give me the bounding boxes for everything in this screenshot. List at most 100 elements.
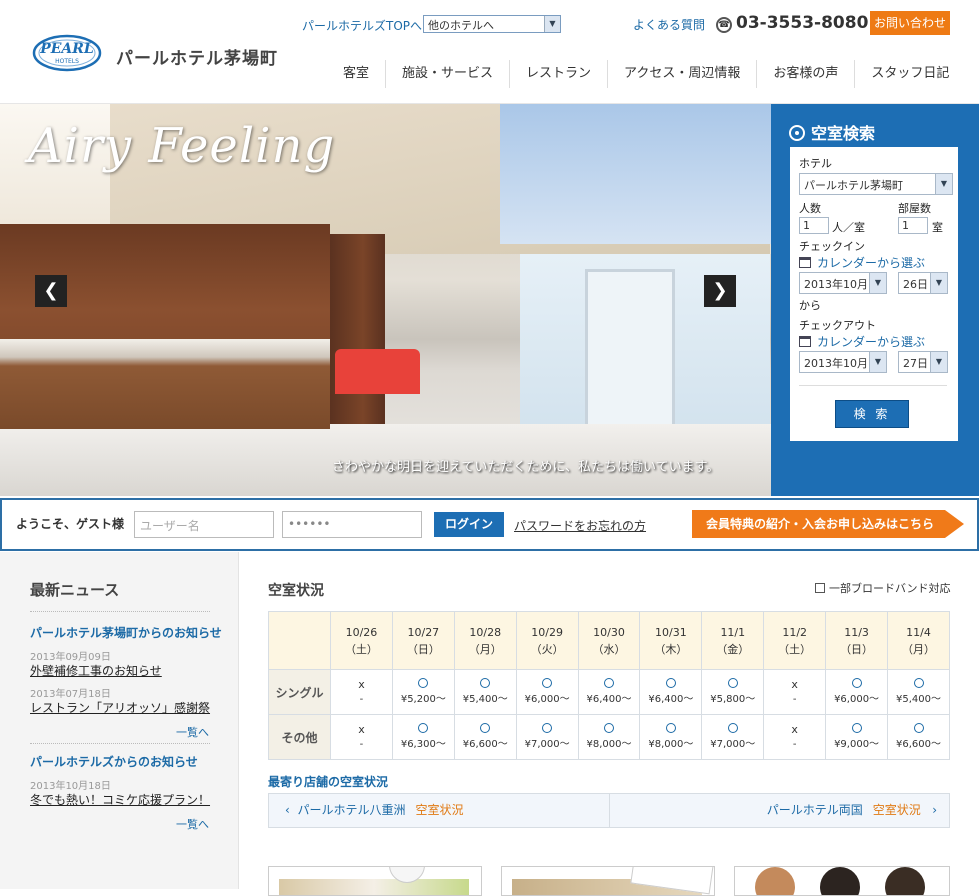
checkin-day-value: 26日 bbox=[903, 278, 928, 291]
hotel-select[interactable]: パールホテル茅場町 ▼ bbox=[799, 173, 953, 195]
nearby-hotel-right[interactable]: パールホテル両国 空室状況 › bbox=[610, 794, 949, 827]
available-icon bbox=[727, 677, 738, 688]
checkin-month-value: 2013年10月 bbox=[804, 278, 868, 291]
forgot-password-link[interactable]: パスワードをお忘れの方 bbox=[514, 517, 646, 534]
checkout-month-select[interactable]: 2013年10月 ▼ bbox=[799, 351, 887, 373]
faq-link[interactable]: よくある質問 bbox=[633, 16, 705, 33]
vacancy-cell[interactable]: ¥5,400～ bbox=[887, 669, 950, 715]
logo-sub: HOTELS bbox=[55, 58, 79, 65]
divider bbox=[30, 743, 210, 744]
feature-card-staff[interactable] bbox=[734, 866, 950, 896]
news-more-link[interactable]: 一覧へ bbox=[176, 816, 209, 832]
checkout-day-select[interactable]: 27日 ▼ bbox=[898, 351, 948, 373]
people-unit: 人／室 bbox=[832, 221, 865, 234]
password-input[interactable]: •••••• bbox=[282, 511, 422, 538]
vacancy-search-panel: 空室検索 ホテル パールホテル茅場町 ▼ 人数 部屋数 1 人／室 1 室 チェッ… bbox=[771, 104, 979, 496]
news-link[interactable]: 冬でも熱い！コミケ応援プラン！ bbox=[30, 791, 210, 808]
broadband-note-text: 一部ブロードバンド対応 bbox=[829, 582, 951, 595]
vacancy-cell[interactable]: ¥9,000～ bbox=[825, 714, 889, 760]
date-cell: 10/29 （火） bbox=[515, 611, 579, 670]
nav-item-access[interactable]: アクセス・周辺情報 bbox=[607, 60, 756, 88]
vacancy-cell[interactable]: ¥7,000～ bbox=[515, 714, 579, 760]
vacancy-row: その他 x - ¥6,300～ ¥6,600～ ¥7,000～ ¥8,000～ ¥8,000～… bbox=[268, 714, 950, 760]
nav-item-facilities[interactable]: 施設・サービス bbox=[385, 60, 509, 88]
rooms-input[interactable]: 1 bbox=[898, 217, 928, 234]
date: 11/1 bbox=[720, 625, 746, 639]
hero-caption: さわやかな明日を迎えていただくために、私たちは働いています。 bbox=[332, 460, 720, 475]
feature-card-breakfast[interactable] bbox=[268, 866, 482, 896]
price: ¥7,000～ bbox=[524, 738, 570, 750]
hero-photo-table bbox=[335, 349, 420, 394]
username-input[interactable]: ユーザー名 bbox=[134, 511, 274, 538]
price: - bbox=[359, 693, 364, 705]
date: 11/2 bbox=[782, 625, 808, 639]
rooms-unit: 室 bbox=[932, 221, 943, 234]
other-hotel-select-value: 他のホテルへ bbox=[428, 19, 494, 32]
slider-prev-button[interactable]: ❮ bbox=[35, 275, 67, 307]
nav-item-rooms[interactable]: 客室 bbox=[327, 60, 385, 88]
slider-next-button[interactable]: ❯ bbox=[704, 275, 736, 307]
vacancy-cell[interactable]: ¥5,400～ bbox=[453, 669, 517, 715]
weekday: （日） bbox=[406, 642, 440, 656]
checkin-day-select[interactable]: 26日 ▼ bbox=[898, 272, 948, 294]
member-benefits-banner[interactable]: 会員特典の紹介・入会お申し込みはこちら bbox=[692, 510, 964, 538]
phone-number-text: 03-3553-8080 bbox=[736, 13, 869, 33]
vacancy-title: 空室状況 bbox=[268, 583, 324, 599]
divider bbox=[799, 385, 947, 386]
vacancy-cell[interactable]: ¥6,600～ bbox=[453, 714, 517, 760]
checkin-month-select[interactable]: 2013年10月 ▼ bbox=[799, 272, 887, 294]
price: ¥7,000～ bbox=[710, 738, 756, 750]
search-title: 空室検索 bbox=[789, 120, 875, 144]
vacancy-cell[interactable]: ¥6,000～ bbox=[825, 669, 889, 715]
vacancy-cell[interactable]: ¥6,000～ bbox=[515, 669, 579, 715]
news-more-link[interactable]: 一覧へ bbox=[176, 724, 209, 740]
date: 11/3 bbox=[844, 625, 869, 639]
vacancy-cell[interactable]: ¥6,300～ bbox=[391, 714, 455, 760]
rooms-label: 部屋数 bbox=[898, 202, 931, 215]
pearl-hotels-logo[interactable]: PEARL HOTELS bbox=[32, 32, 102, 74]
vacancy-cell[interactable]: ¥8,000～ bbox=[577, 714, 641, 760]
news-link[interactable]: レストラン「アリオッソ」感謝祭 bbox=[30, 699, 210, 716]
search-button[interactable]: 検 索 bbox=[835, 400, 909, 428]
vacancy-cell[interactable]: ¥6,400～ bbox=[639, 669, 703, 715]
available-icon bbox=[604, 722, 614, 733]
vacancy-corner bbox=[268, 611, 331, 670]
pearl-hotels-top-link[interactable]: パールホテルズTOPへ bbox=[302, 17, 422, 34]
staff-avatar bbox=[885, 867, 925, 895]
nav-item-voices[interactable]: お客様の声 bbox=[756, 60, 854, 88]
checkin-calendar-link[interactable]: カレンダーから選ぶ bbox=[799, 254, 925, 271]
contact-button[interactable]: お問い合わせ bbox=[870, 11, 950, 35]
nearby-hotel-left[interactable]: ‹ パールホテル八重洲 空室状況 bbox=[269, 794, 610, 827]
search-title-text: 空室検索 bbox=[811, 124, 876, 143]
date: 10/30 bbox=[593, 625, 625, 639]
date: 10/27 bbox=[407, 625, 440, 639]
vacancy-date-row: 10/26 （土） 10/27 （日） 10/28 （月） 10/29 （火） 10/3… bbox=[268, 611, 950, 670]
checkout-calendar-link-text: カレンダーから選ぶ bbox=[817, 335, 926, 349]
available-icon bbox=[480, 722, 491, 733]
checkout-calendar-link[interactable]: カレンダーから選ぶ bbox=[799, 333, 925, 350]
nav-item-restaurant[interactable]: レストラン bbox=[509, 60, 607, 88]
site-header: PEARL HOTELS パールホテル茅場町 パールホテルズTOPへ 他のホテル… bbox=[0, 0, 979, 104]
feature-card-plan[interactable] bbox=[501, 866, 715, 896]
people-input[interactable]: 1 bbox=[799, 217, 829, 234]
room-type-label: シングル bbox=[268, 669, 331, 715]
vacancy-cell[interactable]: ¥6,600～ bbox=[887, 714, 950, 760]
login-bar: ようこそ、ゲスト様 ユーザー名 •••••• ログイン パスワードをお忘れの方 … bbox=[0, 498, 979, 551]
checkout-day-value: 27日 bbox=[903, 357, 928, 370]
logo-text: PEARL bbox=[39, 41, 94, 57]
news-link[interactable]: 外壁補修工事のお知らせ bbox=[30, 662, 162, 679]
other-hotel-select[interactable]: 他のホテルへ ▼ bbox=[423, 15, 561, 33]
vacancy-cell[interactable]: ¥7,000～ bbox=[701, 714, 765, 760]
nav-item-staff-diary[interactable]: スタッフ日記 bbox=[854, 60, 965, 88]
vacancy-cell[interactable]: ¥6,400～ bbox=[577, 669, 641, 715]
vacancy-cell[interactable]: ¥5,200～ bbox=[391, 669, 455, 715]
weekday: （金） bbox=[716, 642, 750, 656]
login-button[interactable]: ログイン bbox=[434, 512, 504, 537]
vacancy-cell[interactable]: ¥8,000～ bbox=[639, 714, 703, 760]
chevron-down-icon: ▼ bbox=[930, 352, 947, 372]
vacancy-cell[interactable]: ¥5,800～ bbox=[701, 669, 765, 715]
date-cell: 11/4 （月） bbox=[887, 611, 950, 670]
card-image bbox=[279, 879, 469, 895]
phone-number: ☎ 03-3553-8080 bbox=[716, 13, 868, 33]
date-cell: 11/3 （日） bbox=[825, 611, 889, 670]
